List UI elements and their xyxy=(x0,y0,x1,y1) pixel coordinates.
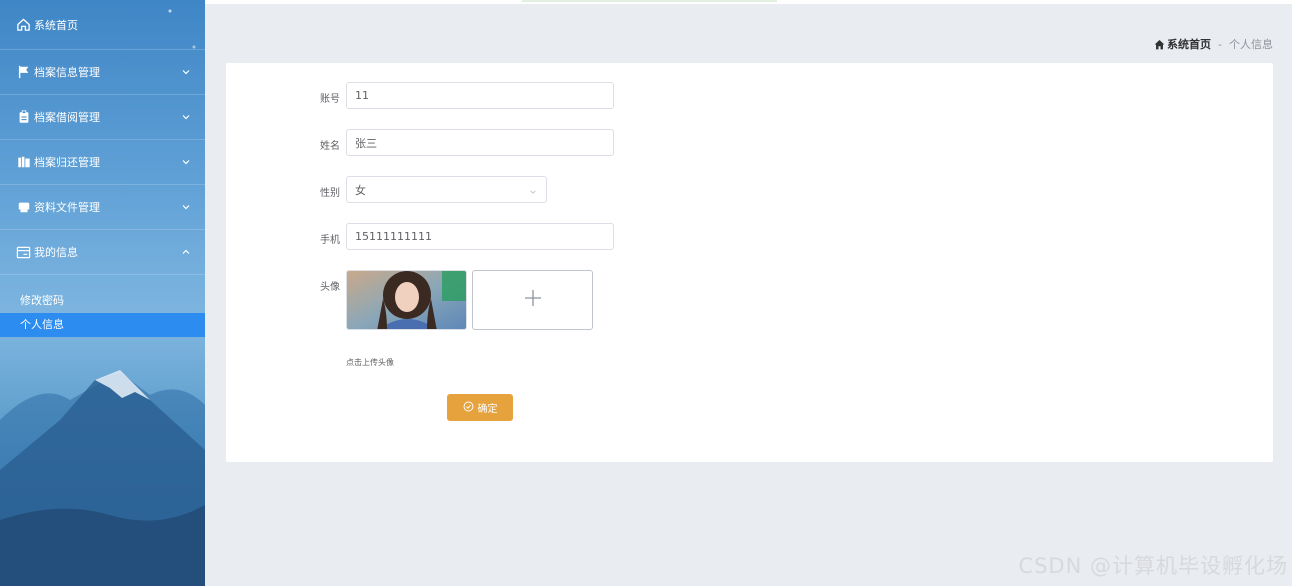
books-icon xyxy=(16,155,31,170)
sidebar-item-label: 系统首页 xyxy=(34,18,78,32)
account-label: 账号 xyxy=(320,94,340,105)
sidebar-menu: 系统首页 档案信息管理 档案借阅管理 档案归还管理 资料文件管理 我的信息 修改… xyxy=(0,0,205,337)
breadcrumb: 系统首页 - 个人信息 xyxy=(1154,36,1273,52)
printer-icon xyxy=(16,200,31,215)
chevron-down-icon xyxy=(181,67,191,77)
breadcrumb-home-link[interactable]: 系统首页 xyxy=(1167,36,1211,52)
sidebar-submenu-my-info: 修改密码 个人信息 xyxy=(0,275,205,337)
chevron-down-icon xyxy=(181,157,191,167)
profile-card-icon xyxy=(16,245,31,260)
home-icon xyxy=(16,17,31,32)
check-circle-icon xyxy=(463,401,474,415)
phone-value: 15111111111 xyxy=(355,230,432,243)
sidebar-item-label: 档案归还管理 xyxy=(34,156,100,169)
sidebar-item-label: 档案借阅管理 xyxy=(34,111,100,124)
account-input[interactable]: 11 xyxy=(346,82,614,109)
sidebar-item-my-info[interactable]: 我的信息 xyxy=(0,230,205,275)
name-input[interactable]: 张三 xyxy=(346,129,614,156)
phone-label: 手机 xyxy=(320,235,340,246)
avatar-upload-tip: 点击上传头像 xyxy=(346,358,394,367)
home-icon xyxy=(1154,39,1165,50)
personal-info-card: 账号 11 姓名 张三 性别 女 手机 15111111111 头像 点击上传头… xyxy=(226,63,1273,462)
top-bar-accent xyxy=(522,0,777,2)
sidebar-subitem-personal-info[interactable]: 个人信息 xyxy=(0,313,205,337)
avatar-image[interactable] xyxy=(346,270,467,330)
flag-icon xyxy=(16,65,31,80)
sidebar-item-archive-borrow[interactable]: 档案借阅管理 xyxy=(0,95,205,140)
sidebar-item-label: 资料文件管理 xyxy=(34,201,100,214)
avatar-label: 头像 xyxy=(320,282,340,293)
confirm-button-label: 确定 xyxy=(477,404,498,415)
gender-select[interactable]: 女 xyxy=(346,176,547,203)
sidebar-item-home[interactable]: 系统首页 xyxy=(0,0,205,50)
breadcrumb-separator: - xyxy=(1218,37,1222,51)
sidebar-item-archive-return[interactable]: 档案归还管理 xyxy=(0,140,205,185)
name-label: 姓名 xyxy=(320,141,340,152)
confirm-button[interactable]: 确定 xyxy=(447,394,513,421)
account-value: 11 xyxy=(355,89,369,102)
sidebar-item-label: 档案信息管理 xyxy=(34,66,100,79)
sidebar-item-files[interactable]: 资料文件管理 xyxy=(0,185,205,230)
plus-icon xyxy=(523,288,543,312)
chevron-down-icon xyxy=(529,186,537,194)
gender-value: 女 xyxy=(355,183,366,197)
gender-label: 性别 xyxy=(320,188,340,199)
sidebar-item-label: 我的信息 xyxy=(34,246,78,259)
phone-input[interactable]: 15111111111 xyxy=(346,223,614,250)
sidebar-subitem-change-password[interactable]: 修改密码 xyxy=(0,289,205,313)
chevron-down-icon xyxy=(181,202,191,212)
breadcrumb-current: 个人信息 xyxy=(1229,38,1273,51)
name-value: 张三 xyxy=(355,136,377,150)
clipboard-icon xyxy=(16,110,31,125)
watermark: CSDN @计算机毕设孵化场 xyxy=(1018,554,1288,578)
chevron-down-icon xyxy=(181,112,191,122)
chevron-up-icon xyxy=(181,247,191,257)
avatar-upload-button[interactable] xyxy=(472,270,593,330)
sidebar-item-archive-info[interactable]: 档案信息管理 xyxy=(0,50,205,95)
sidebar: 系统首页 档案信息管理 档案借阅管理 档案归还管理 资料文件管理 我的信息 修改… xyxy=(0,0,205,586)
